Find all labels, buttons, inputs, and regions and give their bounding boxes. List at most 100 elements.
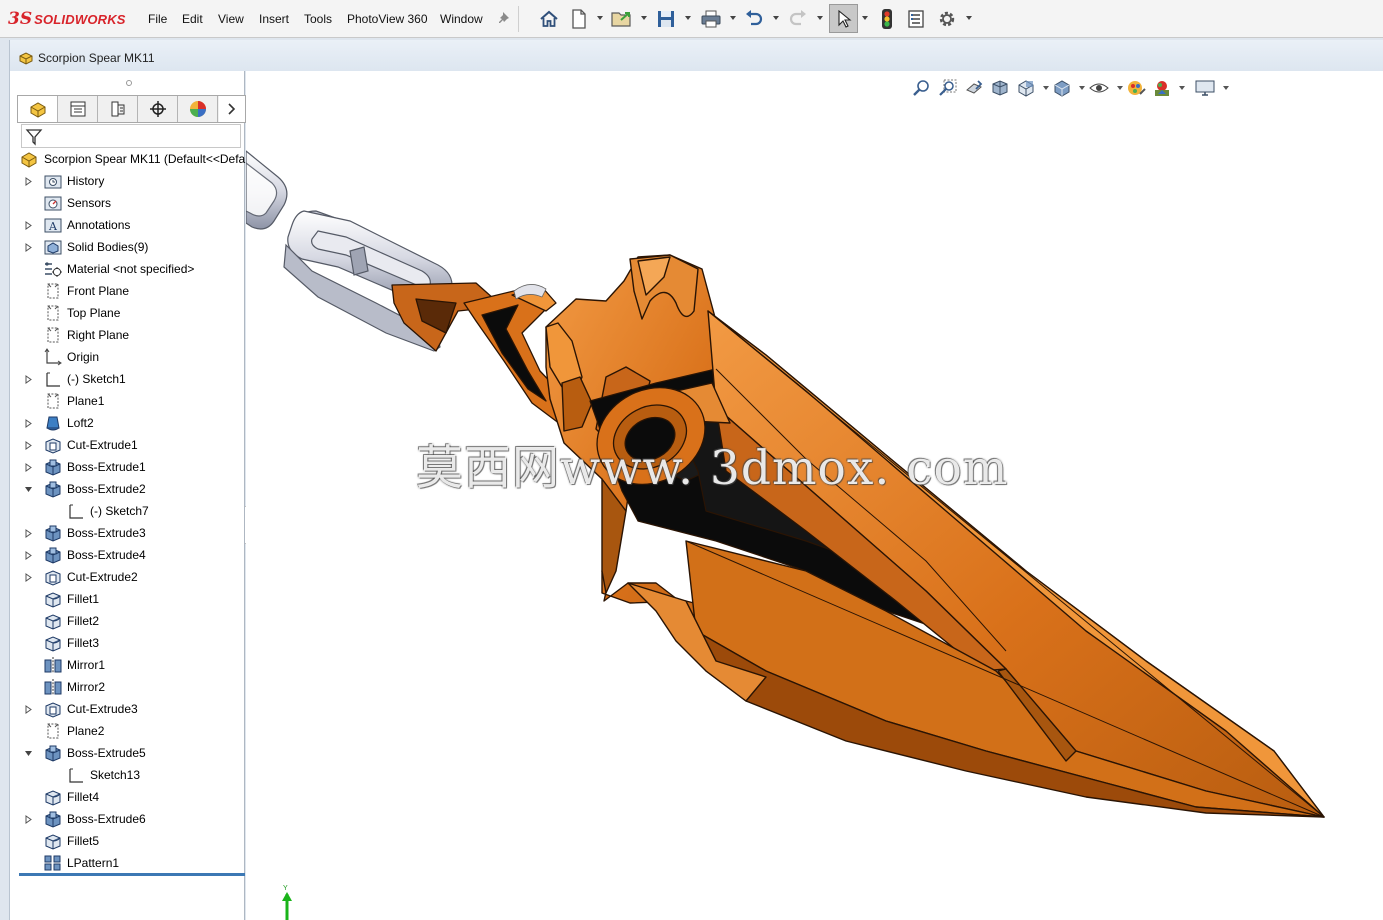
collapse-arrow-icon[interactable] [23, 484, 33, 494]
filter-icon [25, 129, 43, 146]
expand-arrow-icon[interactable] [23, 462, 33, 472]
tree-item-sketch7[interactable]: (-) Sketch7 [10, 500, 246, 522]
display-manager-icon[interactable] [178, 96, 218, 122]
expand-arrow-icon[interactable] [23, 220, 33, 230]
tree-item-label: Cut-Extrude3 [67, 702, 138, 716]
rebuild-traffic-light-icon[interactable] [877, 6, 897, 32]
menu-edit[interactable]: Edit [182, 12, 203, 26]
tree-item-boss-extrude6[interactable]: Boss-Extrude6 [10, 808, 246, 830]
print-dropdown-arrow[interactable] [730, 16, 736, 20]
pin-menu-icon[interactable] [497, 10, 513, 26]
menu-view[interactable]: View [218, 12, 244, 26]
expand-arrow-icon[interactable] [23, 374, 33, 384]
print-icon[interactable] [699, 6, 723, 32]
redo-icon[interactable] [787, 6, 809, 32]
options-dropdown-arrow[interactable] [966, 16, 972, 20]
save-dropdown-arrow[interactable] [685, 16, 691, 20]
document-tab[interactable]: Scorpion Spear MK11 [18, 50, 155, 66]
tree-item-sketch1[interactable]: (-) Sketch1 [10, 368, 246, 390]
tree-item-origin[interactable]: Origin [10, 346, 246, 368]
feature-manager-icon[interactable] [18, 96, 58, 122]
expand-arrow-icon[interactable] [23, 572, 33, 582]
options-gear-icon[interactable] [935, 6, 959, 32]
tree-item-cut-extrude1[interactable]: Cut-Extrude1 [10, 434, 246, 456]
property-manager-icon[interactable] [58, 96, 98, 122]
menu-tools[interactable]: Tools [304, 12, 332, 26]
select-pointer-icon[interactable] [829, 4, 858, 33]
expand-arrow-icon[interactable] [23, 440, 33, 450]
open-file-icon[interactable] [610, 6, 634, 32]
redo-dropdown-arrow[interactable] [817, 16, 823, 20]
solidworks-logo[interactable]: 3S SOLIDWORKS [8, 5, 126, 33]
tree-item-label: Sketch13 [90, 768, 141, 782]
cut-extrude-icon [44, 436, 62, 454]
tree-item-label: Boss-Extrude2 [67, 482, 146, 496]
tree-item-boss-extrude5[interactable]: Boss-Extrude5 [10, 742, 246, 764]
chevron-right-icon[interactable] [219, 96, 245, 122]
tree-item-plane1[interactable]: Plane1 [10, 390, 246, 412]
collapse-arrow-icon[interactable] [23, 748, 33, 758]
tree-item-fillet5[interactable]: Fillet5 [10, 830, 246, 852]
expand-arrow-icon[interactable] [23, 704, 33, 714]
menu-insert[interactable]: Insert [259, 12, 289, 26]
menu-file[interactable]: File [148, 12, 167, 26]
plane-icon [44, 326, 62, 344]
menu-window[interactable]: Window [440, 12, 483, 26]
expand-arrow-icon[interactable] [23, 814, 33, 824]
tree-item-label: Top Plane [67, 306, 121, 320]
logo-solid-text: SOLID [34, 11, 75, 27]
tree-item-fillet1[interactable]: Fillet1 [10, 588, 246, 610]
tree-item-boss-extrude1[interactable]: Boss-Extrude1 [10, 456, 246, 478]
tree-item-cut-extrude2[interactable]: Cut-Extrude2 [10, 566, 246, 588]
tree-item-fillet4[interactable]: Fillet4 [10, 786, 246, 808]
menu-photoview-360[interactable]: PhotoView 360 [347, 12, 428, 26]
tree-item-loft2[interactable]: Loft2 [10, 412, 246, 434]
tree-item-sketch13[interactable]: Sketch13 [10, 764, 246, 786]
undo-icon[interactable] [743, 6, 765, 32]
tree-item-label: Material <not specified> [67, 262, 195, 276]
tree-root[interactable]: Scorpion Spear MK11 (Default<<Default>_D… [10, 148, 246, 170]
tree-item-top-plane[interactable]: Top Plane [10, 302, 246, 324]
file-properties-icon[interactable] [905, 6, 927, 32]
select-dropdown-arrow[interactable] [862, 16, 868, 20]
tree-item-material-not-specified[interactable]: Material <not specified> [10, 258, 246, 280]
dimxpert-manager-icon[interactable] [138, 96, 178, 122]
tree-item-solid-bodies-9[interactable]: Solid Bodies(9) [10, 236, 246, 258]
material-icon [44, 260, 62, 278]
tree-item-right-plane[interactable]: Right Plane [10, 324, 246, 346]
home-icon[interactable] [538, 6, 560, 32]
tree-item-plane2[interactable]: Plane2 [10, 720, 246, 742]
tree-filter[interactable] [21, 124, 241, 148]
new-document-icon[interactable] [569, 6, 589, 32]
save-icon[interactable] [655, 6, 677, 32]
triad-axis-label: Y [283, 885, 288, 892]
manager-tabs [17, 95, 246, 123]
expand-arrow-icon[interactable] [23, 176, 33, 186]
tree-item-history[interactable]: History [10, 170, 246, 192]
tree-item-sensors[interactable]: Sensors [10, 192, 246, 214]
tree-item-fillet2[interactable]: Fillet2 [10, 610, 246, 632]
tree-item-cut-extrude3[interactable]: Cut-Extrude3 [10, 698, 246, 720]
undo-dropdown-arrow[interactable] [773, 16, 779, 20]
tree-item-lpattern1[interactable]: LPattern1 [10, 852, 246, 874]
sketch-icon [67, 766, 85, 784]
tree-item-boss-extrude3[interactable]: Boss-Extrude3 [10, 522, 246, 544]
expand-arrow-icon[interactable] [23, 418, 33, 428]
tree-item-fillet3[interactable]: Fillet3 [10, 632, 246, 654]
tree-item-mirror2[interactable]: Mirror2 [10, 676, 246, 698]
open-dropdown-arrow[interactable] [641, 16, 647, 20]
expand-arrow-icon[interactable] [23, 550, 33, 560]
tree-item-mirror1[interactable]: Mirror1 [10, 654, 246, 676]
graphics-area[interactable]: 莫西网www. 3dmox. com Y [246, 71, 1383, 920]
rollback-bar[interactable] [19, 873, 245, 876]
expand-arrow-icon[interactable] [23, 242, 33, 252]
expand-arrow-icon[interactable] [23, 528, 33, 538]
new-dropdown-arrow[interactable] [597, 16, 603, 20]
sketch-icon [67, 502, 85, 520]
configuration-manager-icon[interactable] [98, 96, 138, 122]
tree-item-boss-extrude2[interactable]: Boss-Extrude2 [10, 478, 246, 500]
tree-item-front-plane[interactable]: Front Plane [10, 280, 246, 302]
panel-grip[interactable] [126, 80, 132, 86]
tree-item-boss-extrude4[interactable]: Boss-Extrude4 [10, 544, 246, 566]
tree-item-annotations[interactable]: A Annotations [10, 214, 246, 236]
